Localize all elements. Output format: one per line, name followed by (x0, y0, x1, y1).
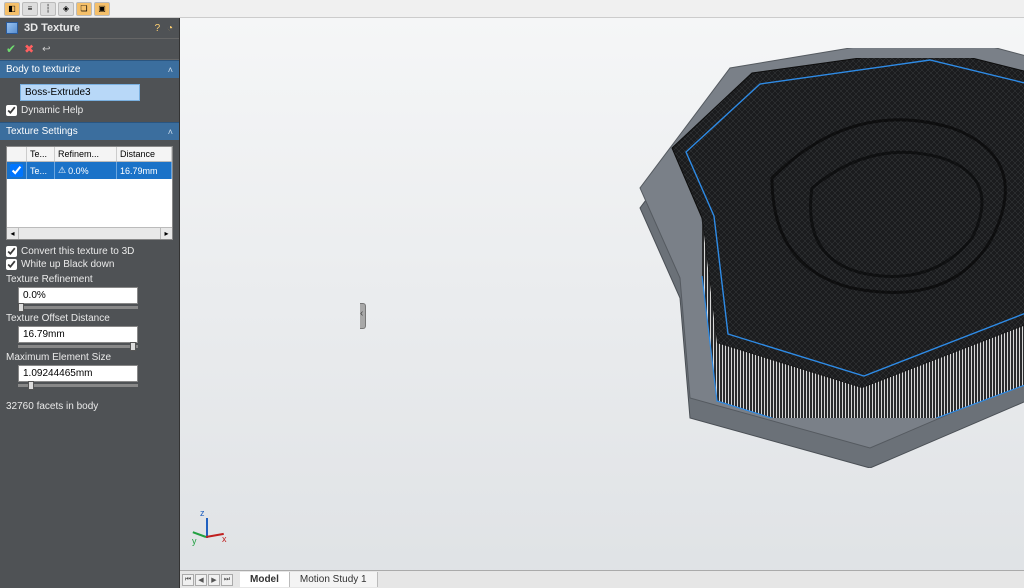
tab-next-icon[interactable]: ▶ (208, 574, 220, 586)
confirm-row: ✔ ✖ ↩ (0, 38, 179, 60)
axis-x-label: x (222, 534, 227, 544)
whiteup-label: White up Black down (21, 259, 114, 270)
refinement-input[interactable] (18, 287, 138, 304)
row-te: Te... (27, 162, 55, 179)
tab-last-icon[interactable]: ⏭ (221, 574, 233, 586)
texture-settings-label: Texture Settings (6, 126, 78, 137)
tab-model[interactable]: Model (240, 572, 290, 587)
maxel-label: Maximum Element Size (6, 352, 173, 363)
toolbar-layers-icon[interactable]: ❏ (76, 2, 92, 16)
help-expand-icon[interactable]: ◔ (167, 23, 173, 34)
toolbar-cube-icon[interactable]: ▣ (94, 2, 110, 16)
view-triad[interactable]: z x y (192, 510, 228, 546)
toolbar-hierarchy-icon[interactable]: ┆ (40, 2, 56, 16)
tab-first-icon[interactable]: ⏮ (182, 574, 194, 586)
facets-count: 32760 facets in body (0, 395, 179, 418)
textured-mesh (652, 58, 1024, 418)
panel-title: 3D Texture (24, 22, 80, 34)
axis-z-label: z (200, 508, 205, 518)
offset-label: Texture Offset Distance (6, 313, 173, 324)
ok-button[interactable]: ✔ (6, 42, 16, 56)
bottom-tab-bar: ⏮ ◀ ▶ ⏭ Model Motion Study 1 (180, 570, 1024, 588)
chevron-up-icon: ˄ (168, 127, 173, 137)
dynamic-help-label: Dynamic Help (21, 105, 83, 116)
panel-drag-handle[interactable] (360, 303, 366, 329)
row-refinement: 0.0% (68, 166, 89, 176)
model-preview (620, 48, 1024, 478)
toolbar-palette-icon[interactable]: ◧ (4, 2, 20, 16)
toolbar-tree-icon[interactable]: ≡ (22, 2, 38, 16)
refinement-label: Texture Refinement (6, 274, 173, 285)
body-selection-field[interactable]: Boss-Extrude3 (20, 84, 140, 101)
body-section-header[interactable]: Body to texturize ˄ (0, 60, 179, 78)
chevron-up-icon: ˄ (168, 65, 173, 75)
col-refinement[interactable]: Refinem... (55, 147, 117, 161)
maxel-input[interactable] (18, 365, 138, 382)
property-panel: 3D Texture ? ◔ ✔ ✖ ↩ Body to texturize ˄… (0, 18, 180, 588)
warning-icon: ⚠ (58, 165, 66, 176)
top-toolbar: ◧ ≡ ┆ ◈ ❏ ▣ (0, 0, 1024, 18)
refinement-slider[interactable] (18, 306, 138, 309)
offset-slider[interactable] (18, 345, 138, 348)
scroll-left-icon[interactable]: ◂ (7, 228, 19, 239)
table-hscroll[interactable]: ◂ ▸ (7, 227, 172, 239)
table-empty-area (7, 179, 172, 227)
feature-cube-icon (6, 22, 18, 34)
convert-checkbox[interactable] (6, 246, 17, 257)
col-te[interactable]: Te... (27, 147, 55, 161)
table-row[interactable]: Te... ⚠0.0% 16.79mm (7, 162, 172, 179)
tab-motion-study[interactable]: Motion Study 1 (290, 572, 378, 587)
whiteup-checkbox[interactable] (6, 259, 17, 270)
pin-button[interactable]: ↩ (42, 44, 50, 55)
axis-y-label: y (192, 536, 197, 546)
convert-label: Convert this texture to 3D (21, 246, 134, 257)
texture-settings-header[interactable]: Texture Settings ˄ (0, 122, 179, 140)
dynamic-help-checkbox[interactable] (6, 105, 17, 116)
table-header-row: Te... Refinem... Distance (7, 147, 172, 162)
col-distance[interactable]: Distance (117, 147, 172, 161)
help-icon[interactable]: ? (155, 23, 161, 34)
tab-prev-icon[interactable]: ◀ (195, 574, 207, 586)
row-distance: 16.79mm (117, 162, 172, 179)
row-checkbox[interactable] (10, 164, 23, 177)
maxel-slider[interactable] (18, 384, 138, 387)
offset-input[interactable] (18, 326, 138, 343)
panel-title-row: 3D Texture ? ◔ (0, 18, 179, 38)
toolbar-target-icon[interactable]: ◈ (58, 2, 74, 16)
cancel-button[interactable]: ✖ (24, 42, 34, 56)
graphics-viewport[interactable]: z x y ⏮ ◀ ▶ ⏭ Model Motion Study 1 (180, 18, 1024, 588)
texture-table: Te... Refinem... Distance Te... ⚠0.0% 16… (6, 146, 173, 240)
body-section-label: Body to texturize (6, 64, 80, 75)
scroll-right-icon[interactable]: ▸ (160, 228, 172, 239)
